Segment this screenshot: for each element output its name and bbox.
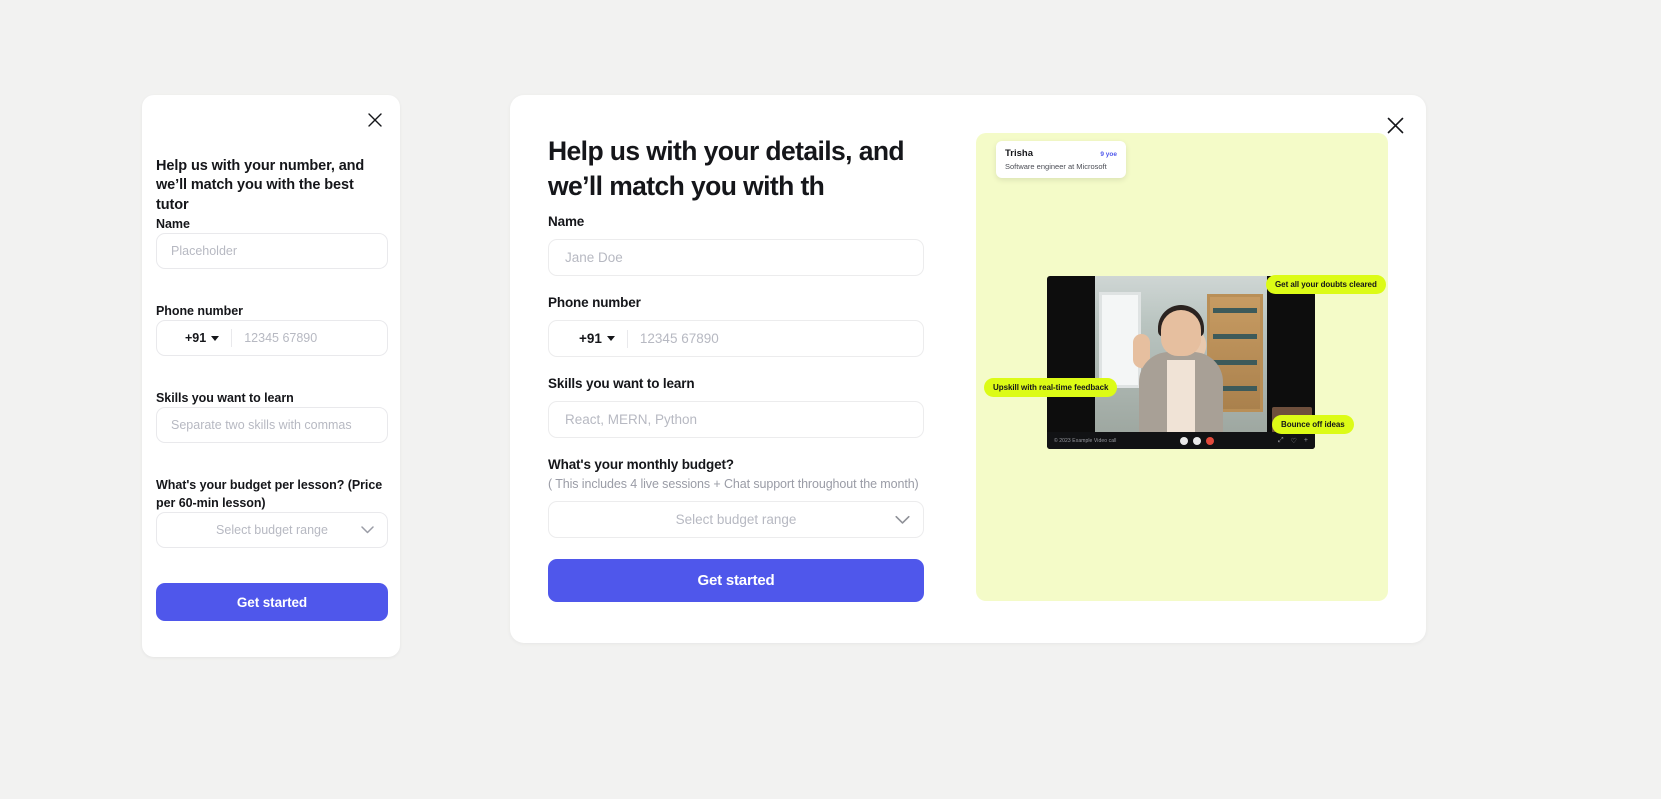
chevron-down-icon <box>361 523 374 537</box>
secondary-controls: ⤢ ♡ + <box>1278 437 1308 445</box>
skills-label: Skills you want to learn <box>156 391 294 405</box>
field-group-name: Name Placeholder <box>156 215 388 269</box>
phone-number-input[interactable]: 12345 67890 <box>232 331 373 345</box>
field-group-budget: What's your budget per lesson? (Price pe… <box>156 476 388 548</box>
mic-icon[interactable] <box>1180 436 1189 445</box>
name-input[interactable]: Placeholder <box>156 233 388 269</box>
person-head <box>1161 310 1201 356</box>
chevron-down-icon <box>211 335 220 341</box>
name-input[interactable]: Jane Doe <box>548 239 924 276</box>
budget-select-placeholder: Select budget range <box>675 512 797 527</box>
phone-placeholder: 12345 67890 <box>639 331 719 346</box>
budget-label: What's your monthly budget? <box>548 457 734 472</box>
field-group-name: Name Jane Doe <box>548 214 924 276</box>
close-icon[interactable] <box>1382 112 1408 138</box>
phone-label: Phone number <box>156 304 243 318</box>
tutor-name: Trisha <box>1005 148 1033 159</box>
video-feed <box>1095 276 1267 449</box>
left-signup-modal: Help us with your number, and we’ll matc… <box>142 95 400 657</box>
chevron-down-icon <box>606 336 615 341</box>
chevron-down-icon <box>895 512 910 527</box>
call-controls <box>1180 436 1215 445</box>
budget-select-placeholder: Select budget range <box>216 523 328 537</box>
field-group-skills: Skills you want to learn React, MERN, Py… <box>548 376 924 438</box>
field-group-budget: What's your monthly budget? ( This inclu… <box>548 457 924 538</box>
phone-label: Phone number <box>548 295 641 310</box>
name-label: Name <box>548 214 585 229</box>
get-started-button[interactable]: Get started <box>156 583 388 621</box>
illustration-panel: © 2023 Example Video call ⤢ ♡ + Trisha 9… <box>976 133 1388 601</box>
name-input-placeholder: Placeholder <box>171 244 238 258</box>
chat-icon[interactable]: ♡ <box>1291 437 1297 445</box>
feature-pill-doubts: Get all your doubts cleared <box>1266 275 1386 294</box>
phone-input-row[interactable]: +91 12345 67890 <box>156 320 388 356</box>
phone-placeholder: 12345 67890 <box>244 331 318 345</box>
tutor-experience-badge: 9 yoe <box>1100 151 1117 158</box>
feature-pill-upskill: Upskill with real-time feedback <box>984 378 1118 397</box>
country-code-select[interactable]: +91 <box>171 321 231 355</box>
page-title: Help us with your number, and we’ll matc… <box>156 158 365 213</box>
video-brand-label: © 2023 Example Video call <box>1054 437 1117 444</box>
country-code-value: +91 <box>579 331 602 346</box>
name-label: Name <box>156 217 190 231</box>
end-call-icon[interactable] <box>1206 436 1215 445</box>
tutor-role: Software engineer at Microsoft <box>1005 162 1107 171</box>
budget-select[interactable]: Select budget range <box>156 512 388 548</box>
tutor-info-card: Trisha 9 yoe Software engineer at Micros… <box>996 141 1126 178</box>
expand-icon[interactable]: ⤢ <box>1278 437 1284 445</box>
name-input-placeholder: Jane Doe <box>565 250 623 265</box>
field-group-phone: Phone number +91 12345 67890 <box>548 295 924 357</box>
camera-icon[interactable] <box>1193 436 1202 445</box>
skills-input[interactable]: React, MERN, Python <box>548 401 924 438</box>
phone-number-input[interactable]: 12345 67890 <box>628 331 907 346</box>
budget-label: What's your budget per lesson? (Price pe… <box>156 478 383 510</box>
phone-input-row[interactable]: +91 12345 67890 <box>548 320 924 357</box>
app-root: Help us with your number, and we’ll matc… <box>0 0 1661 799</box>
page-title: Help us with your details, and we’ll mat… <box>548 136 905 202</box>
budget-select[interactable]: Select budget range <box>548 501 924 538</box>
skills-input[interactable]: Separate two skills with commas <box>156 407 388 443</box>
budget-sublabel: ( This includes 4 live sessions + Chat s… <box>548 477 919 491</box>
field-group-phone: Phone number +91 12345 67890 <box>156 302 388 356</box>
country-code-select[interactable]: +91 <box>565 321 627 356</box>
country-code-value: +91 <box>185 331 207 345</box>
get-started-button[interactable]: Get started <box>548 559 924 602</box>
main-signup-modal: Help us with your details, and we’ll mat… <box>510 95 1426 643</box>
skills-input-placeholder: Separate two skills with commas <box>171 418 352 432</box>
field-group-skills: Skills you want to learn Separate two sk… <box>156 389 388 443</box>
add-icon[interactable]: + <box>1304 437 1308 444</box>
skills-label: Skills you want to learn <box>548 376 695 391</box>
close-icon[interactable] <box>364 109 386 131</box>
feature-pill-bounce: Bounce off ideas <box>1272 415 1354 434</box>
video-controls-bar: © 2023 Example Video call ⤢ ♡ + <box>1047 432 1315 449</box>
skills-input-placeholder: React, MERN, Python <box>565 412 698 427</box>
